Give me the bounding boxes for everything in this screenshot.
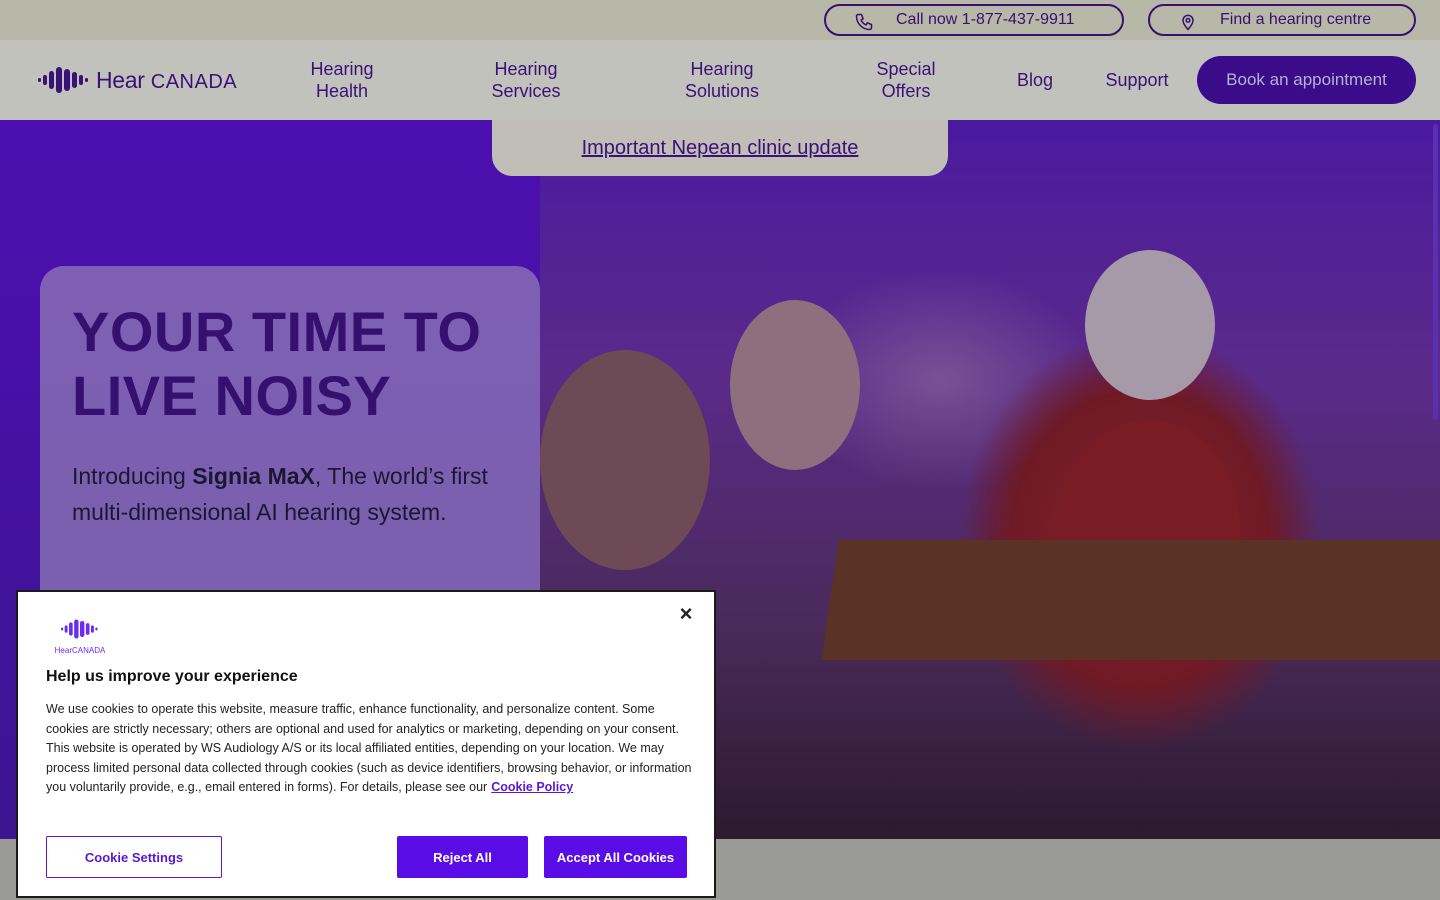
reject-all-button[interactable]: Reject All [397, 836, 528, 878]
cookie-settings-button[interactable]: Cookie Settings [46, 836, 222, 878]
book-appointment-button[interactable]: Book an appointment [1197, 56, 1416, 104]
nav-hearing-health[interactable]: Hearing Health [300, 58, 384, 102]
product-name: Signia MaX [192, 463, 315, 489]
cookie-consent-dialog: HearCANADA × Help us improve your experi… [16, 590, 716, 898]
sound-wave-logo-icon [38, 67, 88, 93]
cookie-dialog-heading: Help us improve your experience [46, 668, 298, 685]
clinic-update-banner: Important Nepean clinic update [492, 120, 948, 176]
sound-wave-logo-icon [61, 619, 98, 639]
scrollbar-thumb[interactable] [1433, 124, 1438, 420]
clinic-update-link[interactable]: Important Nepean clinic update [582, 137, 859, 160]
nav-hearing-services[interactable]: Hearing Services [482, 58, 570, 102]
call-now-label: Call now 1-877-437-9911 [896, 11, 1075, 28]
cookie-dialog-body: We use cookies to operate this website, … [46, 702, 692, 794]
hear-canada-logo[interactable]: Hear CANADA [38, 66, 237, 94]
nav-hearing-solutions[interactable]: Hearing Solutions [674, 58, 770, 102]
hero-title: YOUR TIME TO LIVE NOISY [72, 300, 482, 427]
hero-table-graphic [821, 540, 1440, 660]
hero-subtitle: Introducing Signia MaX, The world’s firs… [72, 463, 488, 525]
find-centre-button[interactable]: Find a hearing centre [1148, 4, 1416, 36]
cookie-dialog-logo: HearCANADA [52, 618, 108, 655]
nav-blog[interactable]: Blog [1010, 69, 1060, 91]
cookie-logo-text: HearCANADA [54, 646, 106, 655]
nav-support[interactable]: Support [1098, 69, 1176, 91]
brand-wordmark: Hear CANADA [96, 66, 238, 93]
cookie-policy-link[interactable]: Cookie Policy [491, 780, 573, 794]
main-navbar: Hear CANADA Hearing Health Hearing Service… [0, 40, 1440, 120]
location-pin-icon [1182, 14, 1194, 31]
call-now-button[interactable]: Call now 1-877-437-9911 [824, 4, 1124, 36]
accept-all-cookies-button[interactable]: Accept All Cookies [544, 836, 687, 878]
close-icon[interactable]: × [674, 601, 698, 626]
nav-special-offers[interactable]: Special Offers [866, 58, 946, 102]
utility-bar: Call now 1-877-437-9911 Find a hearing c… [0, 0, 1440, 40]
find-centre-label: Find a hearing centre [1220, 11, 1372, 28]
phone-icon [855, 13, 873, 31]
